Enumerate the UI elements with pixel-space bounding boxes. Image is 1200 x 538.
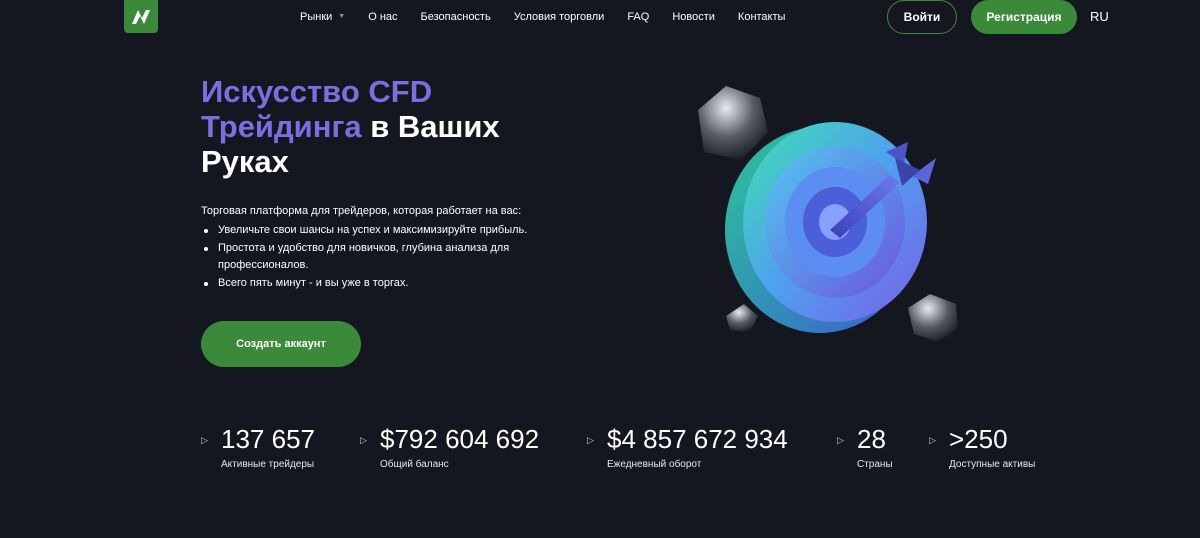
crystal-medium — [908, 294, 958, 342]
nav-item-label: О нас — [368, 10, 398, 23]
stat-value: 137 657 — [221, 424, 315, 454]
nav-item-contacts[interactable]: Контакты — [738, 11, 786, 23]
stat-label: Ежедневный оборот — [607, 459, 702, 470]
nav-item-news[interactable]: Новости — [672, 11, 715, 23]
stat-label: Страны — [857, 459, 893, 470]
hero-title: Искусство CFD Трейдинга в Ваших Руках — [201, 74, 601, 179]
brand-logo-icon[interactable] — [124, 0, 158, 33]
list-item: Простота и удобство для новичков, глубин… — [201, 240, 561, 274]
main-nav: Рынки ▼ О нас Безопасность Условия торго… — [300, 0, 808, 33]
hero-illustration — [690, 80, 970, 350]
triangle-right-icon: ▷ — [837, 435, 844, 445]
nav-item-label: Контакты — [737, 10, 786, 23]
hero-description: Торговая платформа для трейдеров, котора… — [201, 205, 522, 217]
hero-title-text: Руках — [201, 144, 289, 179]
crystal-large — [698, 86, 768, 160]
chevron-down-icon: ▼ — [338, 13, 346, 20]
register-button[interactable]: Регистрация — [971, 0, 1077, 34]
nav-item-faq[interactable]: FAQ — [627, 11, 649, 23]
nav-item-label: Безопасность — [420, 10, 491, 23]
nav-item-trading-conditions[interactable]: Условия торговли — [514, 11, 605, 23]
triangle-right-icon: ▷ — [360, 435, 367, 445]
triangle-right-icon: ▷ — [587, 435, 594, 445]
hero-title-accent: Трейдинга — [201, 109, 362, 144]
hero-title-accent: Искусство CFD — [201, 74, 433, 109]
nav-item-label: FAQ — [627, 10, 650, 23]
stat-label: Общий баланс — [380, 459, 449, 470]
stat-value: $4 857 672 934 — [607, 424, 788, 454]
nav-item-label: Новости — [672, 10, 715, 23]
language-switcher[interactable]: RU — [1090, 9, 1109, 24]
stat-label: Активные трейдеры — [221, 459, 315, 470]
list-item: Всего пять минут - и вы уже в торгах. — [201, 275, 561, 292]
hero-bullet-list: Увеличьте свои шансы на успех и максимиз… — [201, 222, 561, 293]
create-account-button[interactable]: Создать аккаунт — [201, 321, 361, 367]
login-button[interactable]: Войти — [887, 0, 957, 34]
stat-value: $792 604 692 — [380, 424, 540, 454]
stat-value: >250 — [949, 424, 1008, 454]
nav-item-markets[interactable]: Рынки ▼ — [300, 11, 345, 23]
nav-item-security[interactable]: Безопасность — [421, 11, 491, 23]
list-item: Увеличьте свои шансы на успех и максимиз… — [201, 222, 561, 239]
nav-item-label: Условия торговли — [513, 10, 605, 23]
stat-label: Доступные активы — [949, 459, 1036, 470]
stat-value: 28 — [857, 424, 886, 454]
triangle-right-icon: ▷ — [929, 435, 936, 445]
nav-item-label: Рынки — [300, 10, 333, 23]
hero-title-text: в Ваших — [361, 109, 500, 144]
triangle-right-icon: ▷ — [201, 435, 208, 445]
nav-item-about[interactable]: О нас — [368, 11, 397, 23]
crystal-small — [726, 304, 758, 332]
